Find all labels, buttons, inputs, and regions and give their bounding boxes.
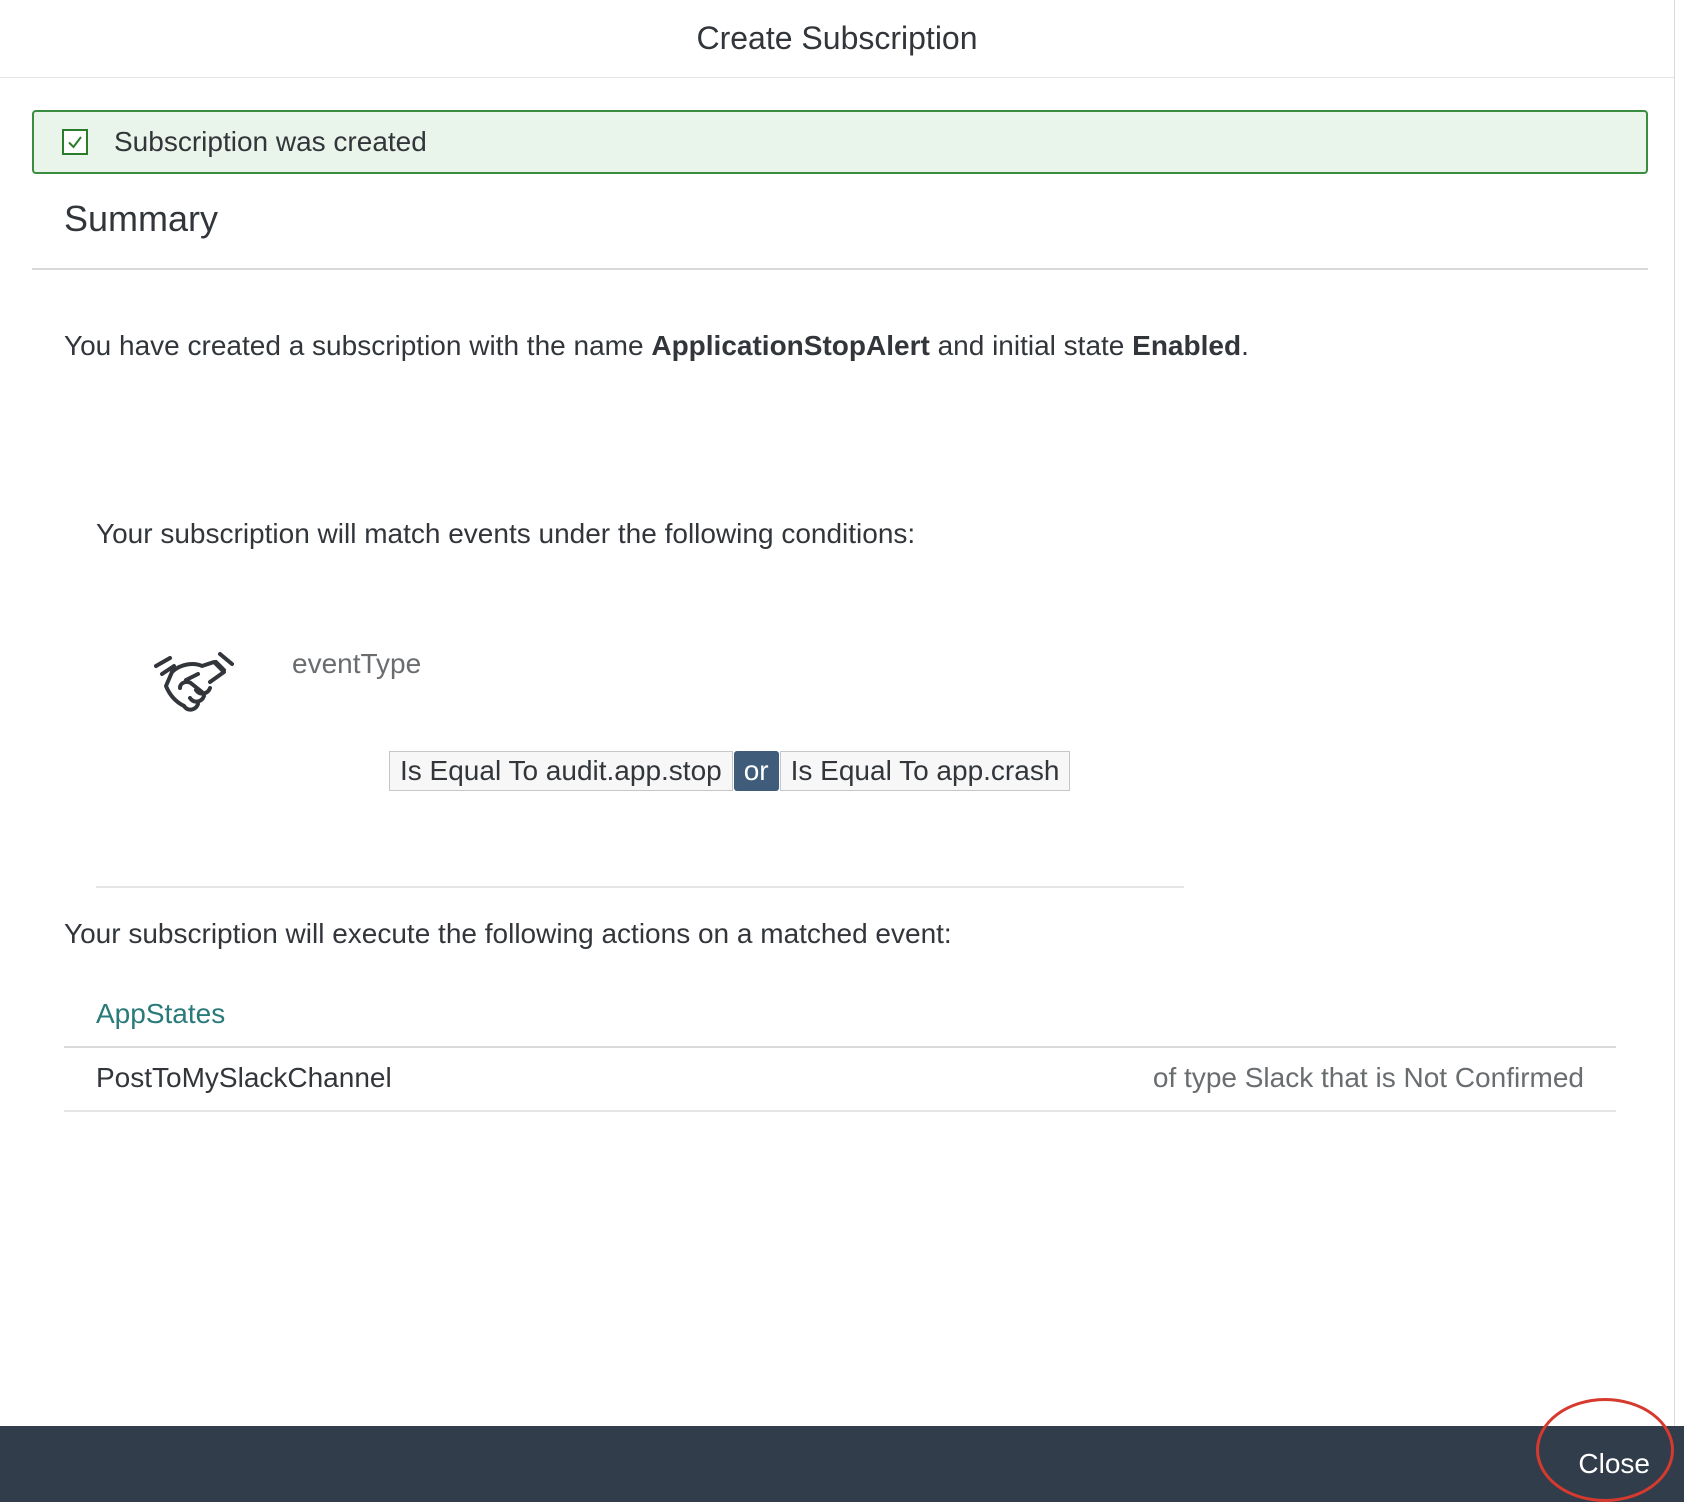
condition-values: Is Equal To audit.app.stop or Is Equal T… <box>389 751 1071 791</box>
condition-field-name: eventType <box>292 648 422 679</box>
subscription-name: ApplicationStopAlert <box>651 330 930 361</box>
action-list-item: PostToMySlackChannel of type Slack that … <box>64 1048 1616 1112</box>
handshake-icon <box>150 646 238 718</box>
close-button[interactable]: Close <box>1572 1442 1656 1486</box>
conditions-intro: Your subscription will match events unde… <box>96 518 916 549</box>
summary-suffix: . <box>1241 330 1249 361</box>
summary-middle: and initial state <box>929 330 1133 361</box>
summary-sentence: You have created a subscription with the… <box>64 330 1249 362</box>
dialog-header: Create Subscription <box>0 0 1674 78</box>
action-description: of type Slack that is Not Confirmed <box>1152 1062 1584 1093</box>
scrollbar[interactable] <box>1674 0 1684 1426</box>
dialog-footer: Close <box>0 1426 1684 1502</box>
summary-prefix: You have created a subscription with the… <box>64 330 652 361</box>
conditions-divider <box>96 886 1184 888</box>
summary-heading: Summary <box>64 198 219 239</box>
action-name: PostToMySlackChannel <box>96 1062 392 1093</box>
action-group-label[interactable]: AppStates <box>96 998 225 1030</box>
summary-divider <box>32 268 1648 270</box>
condition-value-chip: Is Equal To audit.app.stop <box>389 751 733 791</box>
success-message-text: Subscription was created <box>114 126 427 157</box>
or-operator-badge: or <box>733 751 779 791</box>
success-message-strip: Subscription was created <box>32 110 1648 174</box>
initial-state: Enabled <box>1132 330 1242 361</box>
actions-intro: Your subscription will execute the follo… <box>64 918 952 949</box>
dialog-title: Create Subscription <box>696 20 978 56</box>
condition-value-chip: Is Equal To app.crash <box>779 751 1071 791</box>
checkbox-check-icon <box>62 129 88 155</box>
